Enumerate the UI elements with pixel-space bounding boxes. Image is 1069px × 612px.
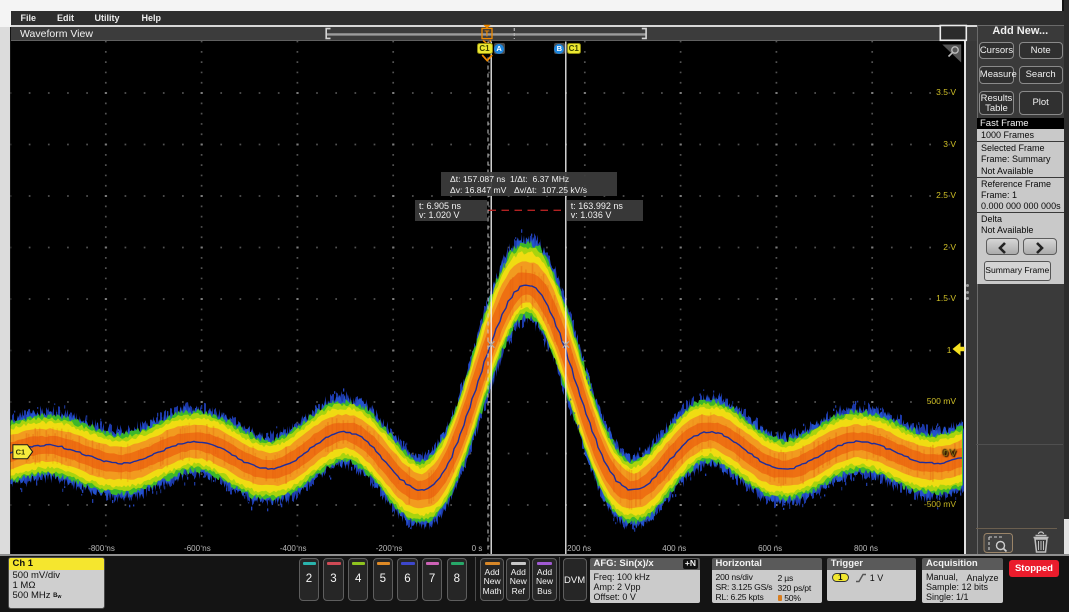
svg-text:C1: C1 xyxy=(16,448,26,457)
